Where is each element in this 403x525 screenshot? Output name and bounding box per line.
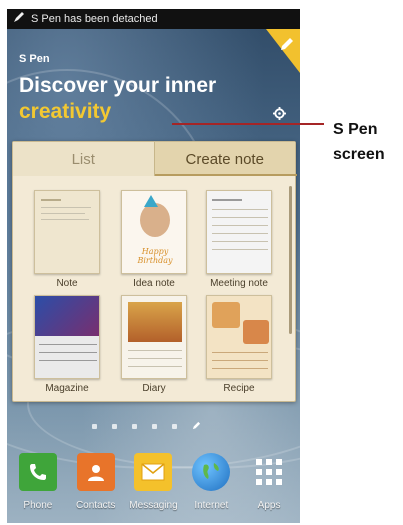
dock-label: Contacts — [75, 500, 116, 511]
dock-item-messaging[interactable]: Messaging — [125, 453, 181, 523]
template-note[interactable]: Note — [34, 190, 100, 289]
party-hat — [144, 195, 158, 207]
magazine-thumbnail — [34, 295, 100, 379]
dock-label: Internet — [194, 500, 229, 511]
active-tab-indicator — [155, 174, 297, 176]
apps-grid-icon — [250, 453, 288, 491]
page-dot[interactable] — [92, 423, 97, 429]
template-panel: List Create note Note Happy Birthday Ide… — [12, 141, 297, 402]
tab-bar: List Create note — [13, 142, 295, 176]
app-dock: Phone Contacts Messaging Internet Apps — [7, 453, 300, 523]
template-label: Diary — [142, 383, 166, 394]
dock-item-contacts[interactable]: Contacts — [68, 453, 124, 523]
dock-item-internet[interactable]: Internet — [183, 453, 239, 523]
tab-list[interactable]: List — [13, 142, 154, 176]
idea-note-thumbnail: Happy Birthday — [121, 190, 187, 274]
status-notification: S Pen has been detached — [31, 13, 158, 25]
tab-create-note[interactable]: Create note — [153, 142, 295, 176]
page-dot[interactable] — [112, 423, 117, 429]
recipe-photo — [212, 302, 240, 328]
globe-icon — [192, 453, 231, 491]
template-recipe[interactable]: Recipe — [206, 295, 272, 394]
recipe-thumbnail — [206, 295, 272, 379]
dock-label: Messaging — [129, 500, 178, 511]
idea-note-caption: Happy Birthday — [137, 247, 173, 265]
template-label: Magazine — [45, 383, 89, 394]
phone-screen: S Pen has been detached S Pen Discover y… — [7, 9, 300, 523]
template-label: Meeting note — [210, 278, 268, 289]
page-indicator[interactable] — [92, 417, 201, 435]
dock-label: Phone — [23, 500, 53, 511]
child-photo — [140, 203, 170, 237]
template-magazine[interactable]: Magazine — [34, 295, 100, 394]
template-idea-note[interactable]: Happy Birthday Idea note — [121, 190, 187, 289]
status-bar: S Pen has been detached — [7, 9, 300, 29]
scrollbar[interactable] — [289, 186, 292, 334]
pen-icon — [13, 10, 25, 28]
magazine-text-block — [35, 336, 99, 378]
page-dot[interactable] — [172, 423, 177, 429]
contacts-icon — [76, 453, 115, 491]
callout-line — [172, 123, 324, 125]
meeting-note-thumbnail — [206, 190, 272, 274]
diary-thumbnail — [121, 295, 187, 379]
phone-icon — [18, 453, 57, 491]
dock-item-phone[interactable]: Phone — [10, 453, 66, 523]
template-meeting-note[interactable]: Meeting note — [206, 190, 272, 289]
callout-line2: screen — [333, 146, 385, 163]
template-label: Note — [56, 278, 78, 289]
magazine-image — [35, 296, 99, 336]
dock-item-apps[interactable]: Apps — [241, 453, 297, 523]
spen-title: Discover your inner — [19, 74, 217, 97]
spen-header: S Pen Discover your inner creativity — [19, 53, 290, 126]
callout-label: S Pen screen — [333, 117, 403, 167]
callout-line1: S Pen — [333, 121, 378, 138]
template-diary[interactable]: Diary — [121, 295, 187, 394]
spen-small-title: S Pen — [19, 53, 50, 65]
spen-title-accent: creativity — [19, 100, 112, 123]
template-label: Idea note — [133, 278, 175, 289]
page-dot[interactable] — [132, 423, 137, 429]
pen-icon[interactable] — [192, 417, 201, 435]
recipe-photo — [243, 320, 269, 344]
messaging-icon — [134, 453, 173, 491]
diary-photo — [128, 302, 182, 342]
note-thumbnail — [34, 190, 100, 274]
dock-label: Apps — [257, 500, 281, 511]
page-dot[interactable] — [152, 423, 157, 429]
template-label: Recipe — [223, 383, 255, 394]
